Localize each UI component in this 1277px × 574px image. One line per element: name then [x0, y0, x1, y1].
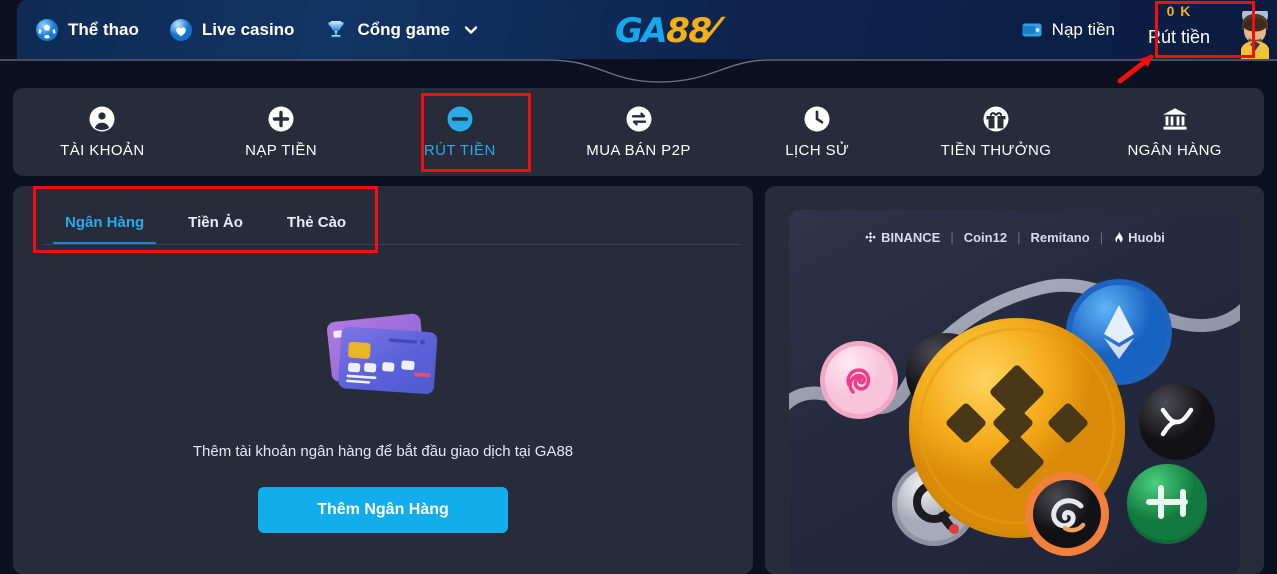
brand-separator-1: | [950, 230, 954, 245]
balance-amount: 0 K [1166, 3, 1192, 19]
logo-text-ga: GA [615, 11, 668, 51]
nav-tab-label-withdraw: RÚT TIỀN [423, 142, 496, 159]
heart-shield-icon [169, 18, 193, 42]
subtab-scratch-card[interactable]: Thẻ Cào [265, 206, 368, 245]
nav-tab-label-bonus: TIỀN THƯỞNG [940, 142, 1052, 159]
exchange-circle-icon [625, 105, 653, 133]
site-header: Thể thao Live casino Cổng game GA88⁄ Nạp… [17, 0, 1277, 59]
chevron-down-icon[interactable] [463, 22, 479, 38]
deposit-button[interactable]: Nạp tiền [1020, 18, 1129, 42]
crypto-promo-banner[interactable]: BINANCE | Coin12 | Remitano | Huobi [789, 210, 1240, 574]
brand-separator-2: | [1017, 230, 1021, 245]
soccer-ball-icon [35, 18, 59, 42]
user-circle-icon [88, 105, 116, 133]
nav-label-game-portal: Cổng game [357, 19, 451, 39]
nav-item-game-portal[interactable]: Cổng game [324, 18, 479, 42]
empty-state-message: Thêm tài khoản ngân hàng để bắt đầu giao… [192, 443, 574, 460]
add-bank-button[interactable]: Thêm Ngân Hàng [258, 487, 508, 533]
partner-brands: BINANCE | Coin12 | Remitano | Huobi [789, 230, 1240, 245]
brand-coin12: Coin12 [964, 230, 1007, 245]
brand-label-binance: BINANCE [881, 230, 941, 245]
bank-icon [1161, 105, 1189, 133]
site-logo[interactable]: GA88⁄ [615, 11, 717, 51]
nav-tab-p2p[interactable]: MUA BÁN P2P [549, 88, 728, 176]
nav-tab-history[interactable]: LỊCH SỬ [728, 88, 907, 176]
brand-label-coin12: Coin12 [963, 230, 1008, 245]
subtabs-divider [43, 244, 741, 245]
brand-label-remitano: Remitano [1030, 230, 1090, 245]
nav-label-live-casino: Live casino [201, 19, 295, 39]
page-root: Thể thao Live casino Cổng game GA88⁄ Nạp… [0, 0, 1277, 574]
minus-circle-icon [446, 105, 474, 133]
subtab-label-crypto: Tiền Ảo [188, 214, 243, 231]
logo-text-88: 88 [666, 11, 712, 51]
nav-item-live-casino[interactable]: Live casino [169, 18, 295, 42]
brand-remitano: Remitano [1030, 230, 1089, 245]
nav-tab-bank[interactable]: NGÂN HÀNG [1085, 88, 1264, 176]
account-nav-bar: TÀI KHOẢN NẠP TIỀN RÚT TIỀN MUA BÁN P2P … [13, 88, 1264, 176]
header-separator [0, 59, 1277, 83]
plus-circle-icon [267, 105, 295, 133]
subtab-label-bank: Ngân Hàng [65, 214, 145, 231]
nav-tab-label-bank: NGÂN HÀNG [1127, 142, 1222, 159]
withdraw-panel: Ngân Hàng Tiền Ảo Thẻ Cào Thêm tài khoản… [13, 186, 753, 574]
withdraw-method-tabs: Ngân Hàng Tiền Ảo Thẻ Cào [13, 186, 753, 245]
withdraw-header-area: 0 K Rút tiền [1129, 0, 1229, 59]
avatar[interactable] [1233, 11, 1277, 59]
nav-tab-withdraw[interactable]: RÚT TIỀN [370, 88, 549, 176]
brand-binance: BINANCE [864, 230, 940, 245]
nav-tab-deposit[interactable]: NẠP TIỀN [192, 88, 371, 176]
empty-state: Thêm tài khoản ngân hàng để bắt đầu giao… [13, 245, 753, 533]
wallet-icon [1020, 18, 1044, 42]
nav-tab-label-p2p: MUA BÁN P2P [586, 142, 691, 159]
credit-cards-illustration [318, 303, 448, 409]
nav-tab-bonus[interactable]: TIỀN THƯỞNG [907, 88, 1086, 176]
primary-nav: Thể thao Live casino Cổng game [17, 18, 479, 42]
nav-tab-label-deposit: NẠP TIỀN [245, 142, 317, 159]
header-actions: Nạp tiền 0 K Rút tiền [1020, 0, 1277, 59]
trophy-icon [324, 18, 348, 42]
withdraw-button[interactable]: Rút tiền [1129, 27, 1229, 48]
gift-icon [982, 105, 1010, 133]
clock-icon [803, 105, 831, 133]
binance-diamond-icon [865, 231, 876, 243]
promo-panel: BINANCE | Coin12 | Remitano | Huobi [765, 186, 1264, 574]
nav-tab-label-history: LỊCH SỬ [785, 142, 850, 159]
crypto-coins-illustration [789, 278, 1240, 556]
brand-label-huobi: Huobi [1128, 230, 1165, 245]
subtab-bank[interactable]: Ngân Hàng [43, 206, 166, 245]
brand-huobi: Huobi [1113, 230, 1165, 245]
deposit-label: Nạp tiền [1051, 19, 1115, 39]
nav-item-sports[interactable]: Thể thao [35, 18, 139, 42]
logo-slash: ⁄ [710, 11, 717, 51]
nav-tab-label-account: TÀI KHOẢN [60, 142, 145, 159]
nav-tab-account[interactable]: TÀI KHOẢN [13, 88, 192, 176]
subtab-crypto[interactable]: Tiền Ảo [166, 206, 265, 245]
subtab-label-scratch-card: Thẻ Cào [286, 214, 347, 231]
huobi-flame-icon [1115, 231, 1123, 243]
brand-separator-3: | [1099, 230, 1104, 245]
nav-label-sports: Thể thao [68, 19, 139, 39]
